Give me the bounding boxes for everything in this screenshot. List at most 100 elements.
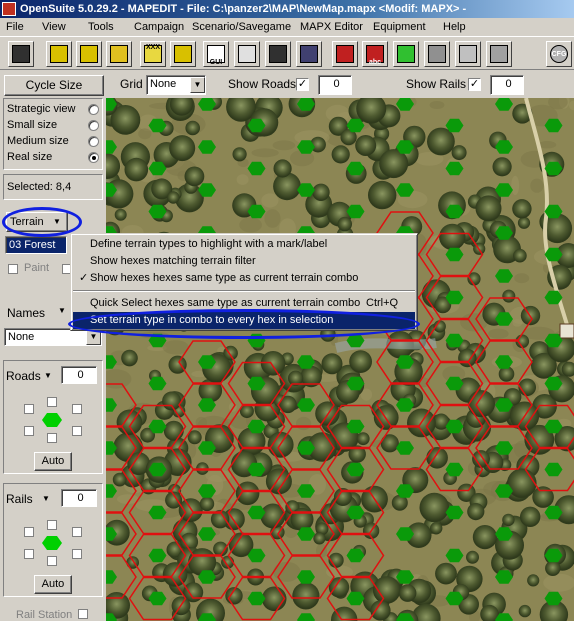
- tree-canopy: [261, 586, 287, 612]
- tree-canopy: [466, 550, 479, 564]
- roads-auto-button[interactable]: Auto: [34, 452, 72, 471]
- small-size-radio[interactable]: [88, 120, 99, 131]
- map-grid-alt-button[interactable]: [76, 41, 102, 67]
- show-roads-checkbox[interactable]: ✓: [296, 78, 309, 91]
- save-button[interactable]: [265, 41, 291, 67]
- tree-canopy: [467, 503, 485, 521]
- settings-button[interactable]: [332, 41, 358, 67]
- xxx-button[interactable]: XXX: [140, 41, 166, 67]
- save-icon: [269, 45, 287, 63]
- paint-checkbox[interactable]: [8, 264, 18, 274]
- terrain-button[interactable]: Terrain ▼: [6, 212, 68, 232]
- save-as-button[interactable]: [296, 41, 322, 67]
- exit-button[interactable]: [8, 41, 34, 67]
- rails-counter[interactable]: 0: [61, 489, 97, 507]
- map-canvas[interactable]: [106, 98, 574, 621]
- export-button[interactable]: [234, 41, 260, 67]
- print-button[interactable]: [455, 41, 481, 67]
- tree-canopy: [502, 513, 515, 527]
- load-icon: [110, 45, 128, 63]
- map-grid-button[interactable]: [46, 41, 72, 67]
- abc-button[interactable]: abc: [362, 41, 388, 67]
- chart-button[interactable]: [486, 41, 512, 67]
- rail-dir-nw[interactable]: [24, 527, 34, 537]
- roads-dropdown-icon[interactable]: ▼: [44, 371, 52, 380]
- menu-item-quick-select[interactable]: Quick Select hexes same type as current …: [73, 295, 415, 312]
- tree-canopy: [199, 496, 215, 512]
- grid-label: Grid: [120, 77, 143, 91]
- tools-icon: [428, 45, 446, 63]
- tools-button[interactable]: [424, 41, 450, 67]
- edit-map-button[interactable]: [170, 41, 196, 67]
- tree-canopy: [273, 159, 292, 178]
- menu-mapx-editor[interactable]: MAPX Editor: [300, 21, 363, 33]
- tree-canopy: [502, 289, 516, 303]
- tree-canopy: [368, 180, 397, 210]
- tree-canopy: [380, 434, 399, 453]
- menu-campaign[interactable]: Campaign: [134, 21, 184, 33]
- medium-size-label: Medium size: [7, 135, 69, 147]
- strategic-view-radio[interactable]: [88, 104, 99, 115]
- ground-patch: [138, 128, 152, 140]
- road-dir-nw[interactable]: [24, 404, 34, 414]
- road-dir-ne[interactable]: [72, 404, 82, 414]
- grid-dropdown-icon[interactable]: ▼: [190, 77, 205, 93]
- tree-canopy: [313, 532, 326, 545]
- names-select-arrow-icon[interactable]: ▼: [86, 329, 101, 345]
- tree-canopy: [167, 191, 180, 204]
- road-dir-sw[interactable]: [24, 426, 34, 436]
- rail-dir-sw[interactable]: [24, 549, 34, 559]
- rails-auto-button[interactable]: Auto: [34, 575, 72, 594]
- road-dir-se[interactable]: [72, 426, 82, 436]
- ground-patch: [272, 140, 296, 151]
- menu-item-define-terrain-types[interactable]: Define terrain types to highlight with a…: [73, 236, 415, 253]
- cycle-size-button[interactable]: Cycle Size: [4, 75, 104, 96]
- gui-button[interactable]: GUI: [203, 41, 229, 67]
- menu-item-show-hexes-matching[interactable]: Show hexes matching terrain filter: [73, 253, 415, 270]
- paint-label: Paint: [24, 262, 50, 274]
- real-size-label: Real size: [7, 151, 53, 163]
- road-dir-s[interactable]: [47, 433, 57, 443]
- roads-count-field[interactable]: 0: [318, 75, 352, 95]
- ground-patch: [530, 178, 544, 193]
- selected-group: Selected: 8,4: [3, 174, 103, 200]
- rail-dir-se[interactable]: [72, 549, 82, 559]
- menu-equipment[interactable]: Equipment: [373, 21, 426, 33]
- medium-size-radio[interactable]: [88, 136, 99, 147]
- rails-count-field[interactable]: 0: [490, 75, 524, 95]
- tree-canopy: [184, 166, 205, 187]
- tree-canopy: [398, 584, 417, 602]
- tree-canopy: [337, 216, 352, 232]
- rail-dir-s[interactable]: [47, 556, 57, 566]
- terrain-combo-value: 03 Forest: [9, 239, 56, 251]
- notes-button[interactable]: [393, 41, 419, 67]
- rail-station-checkbox[interactable]: [78, 609, 88, 619]
- show-rails-checkbox[interactable]: ✓: [468, 78, 481, 91]
- terrain-combo[interactable]: 03 Forest: [5, 236, 67, 254]
- load-button[interactable]: [106, 41, 132, 67]
- tree-canopy: [331, 145, 350, 164]
- tree-canopy: [545, 560, 561, 576]
- roads-counter[interactable]: 0: [61, 366, 97, 384]
- menu-item-show-same-type[interactable]: ✓ Show hexes hexes same type as current t…: [73, 270, 415, 287]
- names-label: Names: [7, 306, 46, 320]
- terrain-context-menu: Define terrain types to highlight with a…: [70, 233, 418, 331]
- rails-dropdown-icon[interactable]: ▼: [42, 494, 50, 503]
- menu-help[interactable]: Help: [443, 21, 466, 33]
- cfg-button[interactable]: CFG: [546, 41, 572, 67]
- tree-canopy: [163, 420, 184, 441]
- tree-canopy: [513, 248, 527, 263]
- rail-dir-n[interactable]: [47, 520, 57, 530]
- ground-patch: [543, 573, 574, 592]
- menu-file[interactable]: File: [6, 21, 24, 33]
- menu-tools[interactable]: Tools: [88, 21, 114, 33]
- road-dir-n[interactable]: [47, 397, 57, 407]
- tree-canopy: [260, 351, 286, 376]
- menu-scenario-savegame[interactable]: Scenario/Savegame: [192, 21, 291, 33]
- edit-map-icon: [174, 45, 192, 63]
- real-size-radio[interactable]: [88, 152, 99, 163]
- names-dropdown-icon[interactable]: ▼: [58, 306, 66, 315]
- menu-view[interactable]: View: [42, 21, 66, 33]
- menu-item-set-terrain-type[interactable]: Set terrain type in combo to every hex i…: [73, 312, 415, 329]
- rail-dir-ne[interactable]: [72, 527, 82, 537]
